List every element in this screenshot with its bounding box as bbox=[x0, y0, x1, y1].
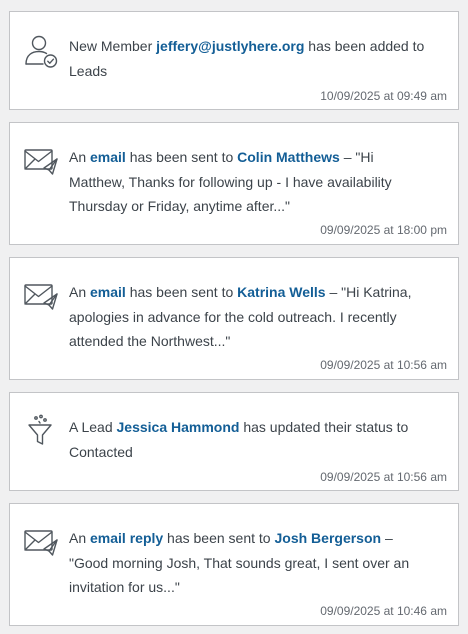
activity-timestamp: 10/09/2025 at 09:49 am bbox=[320, 89, 447, 103]
envelope-send-icon bbox=[23, 524, 59, 560]
funnel-icon bbox=[23, 413, 59, 449]
activity-timestamp: 09/09/2025 at 10:56 am bbox=[320, 470, 447, 484]
envelope-send-icon bbox=[23, 278, 59, 314]
activity-item: An email has been sent to Colin Matthews… bbox=[9, 122, 459, 245]
member-email-link[interactable]: jeffery@justlyhere.org bbox=[156, 38, 304, 54]
lead-link[interactable]: Jessica Hammond bbox=[117, 419, 240, 435]
email-link[interactable]: email bbox=[90, 284, 126, 300]
activity-message: New Member jeffery@justlyhere.org has be… bbox=[69, 38, 425, 79]
envelope-send-icon bbox=[23, 143, 59, 179]
activity-item: An email has been sent to Katrina Wells … bbox=[9, 257, 459, 380]
activity-item: New Member jeffery@justlyhere.org has be… bbox=[9, 11, 459, 110]
activity-feed: New Member jeffery@justlyhere.org has be… bbox=[0, 0, 468, 634]
activity-message: An email reply has been sent to Josh Ber… bbox=[69, 530, 410, 595]
activity-timestamp: 09/09/2025 at 18:00 pm bbox=[320, 223, 447, 237]
activity-message: A Lead Jessica Hammond has updated their… bbox=[69, 419, 409, 460]
activity-timestamp: 09/09/2025 at 10:46 am bbox=[320, 604, 447, 618]
user-check-icon bbox=[23, 34, 59, 70]
recipient-link[interactable]: Josh Bergerson bbox=[274, 530, 381, 546]
activity-message: An email has been sent to Colin Matthews… bbox=[69, 149, 392, 214]
activity-item: An email reply has been sent to Josh Ber… bbox=[9, 503, 459, 626]
email-link[interactable]: email bbox=[90, 149, 126, 165]
recipient-link[interactable]: Katrina Wells bbox=[237, 284, 325, 300]
activity-message: An email has been sent to Katrina Wells … bbox=[69, 284, 412, 349]
email-reply-link[interactable]: email reply bbox=[90, 530, 163, 546]
activity-timestamp: 09/09/2025 at 10:56 am bbox=[320, 358, 447, 372]
activity-item: A Lead Jessica Hammond has updated their… bbox=[9, 392, 459, 491]
recipient-link[interactable]: Colin Matthews bbox=[237, 149, 340, 165]
